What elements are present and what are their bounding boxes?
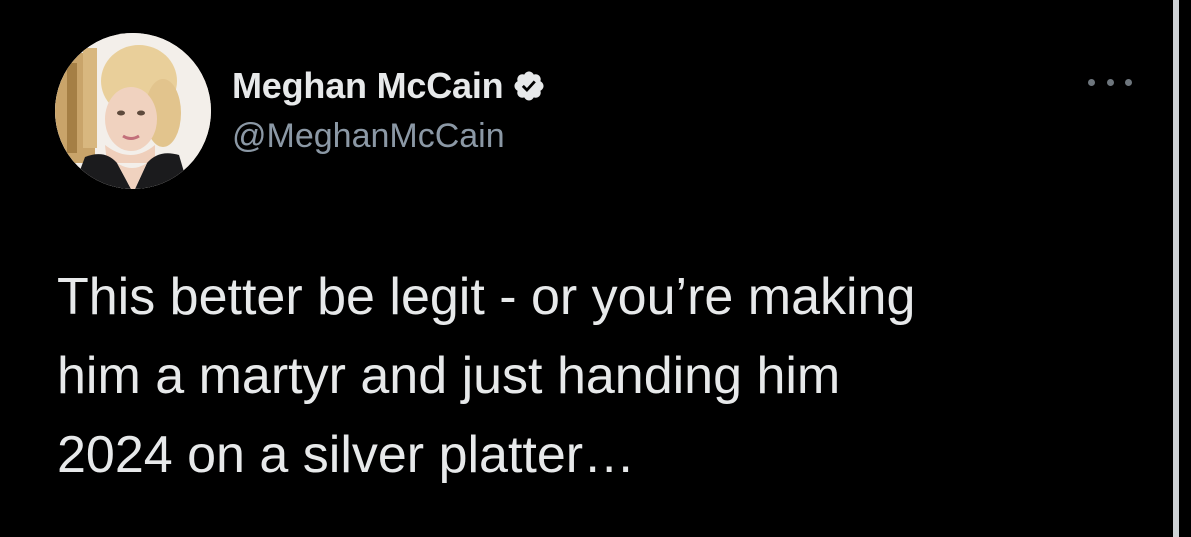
more-dot (1125, 78, 1132, 86)
verified-badge-icon (512, 69, 546, 103)
display-name[interactable]: Meghan McCain (232, 65, 504, 107)
author-name-row: Meghan McCain (232, 64, 546, 108)
scrollbar-thumb[interactable] (1173, 0, 1179, 537)
tweet-text-line: 2024 on a silver platter… (57, 426, 636, 484)
more-dot (1106, 78, 1114, 86)
tweet-text-line: This better be legit - or you’re making (57, 268, 916, 326)
tweet-text-line: him a martyr and just handing him (57, 347, 841, 405)
avatar-image (55, 33, 211, 189)
scrollbar[interactable] (1173, 0, 1179, 537)
avatar[interactable] (55, 33, 211, 189)
tweet-text: This better be legit - or you’re making … (57, 258, 1117, 495)
tweet: Meghan McCain @MeghanMcCain This better … (0, 0, 1191, 537)
more-options-icon[interactable] (1088, 70, 1132, 94)
more-dot (1088, 78, 1095, 86)
author-handle[interactable]: @MeghanMcCain (232, 117, 505, 156)
